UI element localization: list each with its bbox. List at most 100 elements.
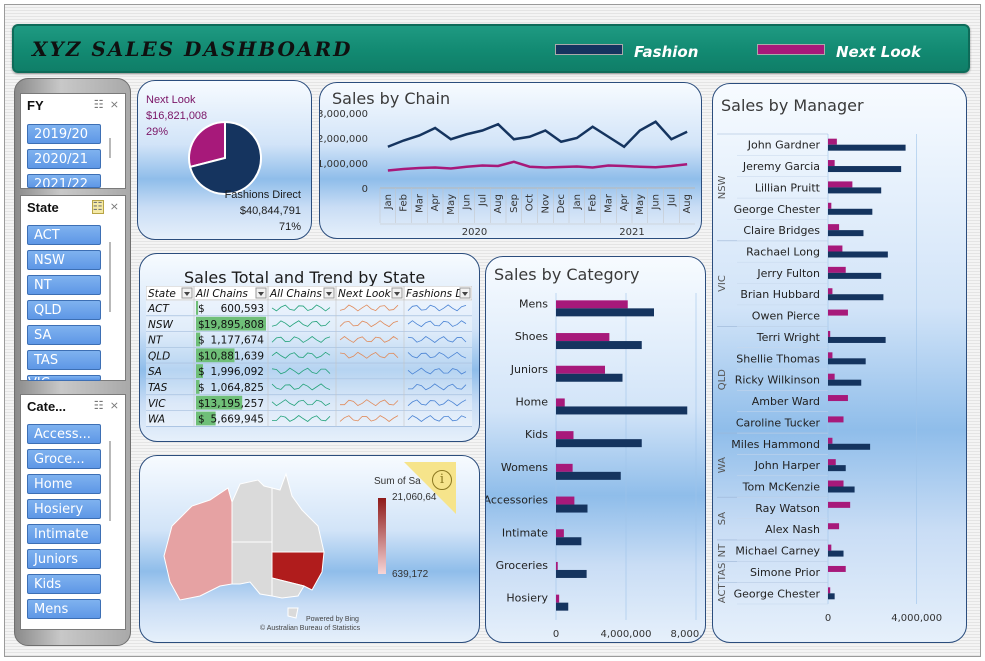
map-state-tas[interactable] — [287, 607, 299, 619]
map-state-qld[interactable] — [271, 472, 325, 553]
cat-bar-nextlook[interactable] — [556, 333, 610, 342]
slicer-fy-scrollbar[interactable] — [109, 138, 111, 158]
mgr-bar-nextlook[interactable] — [828, 416, 844, 423]
table-row[interactable] — [146, 410, 472, 427]
slicer-state-item[interactable]: NSW — [27, 250, 101, 270]
cat-bar-fashion[interactable] — [556, 602, 569, 611]
slicer-state-item[interactable]: TAS — [27, 350, 101, 370]
multi-select-icon[interactable]: ☷ — [91, 200, 104, 214]
multi-select-icon[interactable]: ☷ — [94, 400, 104, 412]
slicer-fy-item[interactable]: 2019/20 — [27, 124, 101, 144]
mgr-bar-fashion[interactable] — [828, 358, 866, 365]
mgr-bar-nextlook[interactable] — [828, 395, 848, 402]
clear-filter-icon[interactable]: ⨯ — [110, 99, 119, 111]
cat-bar-nextlook[interactable] — [556, 398, 565, 407]
cat-bar-nextlook[interactable] — [556, 365, 605, 374]
slicer-category-scrollbar[interactable] — [109, 441, 111, 521]
map-state-sa[interactable] — [231, 541, 273, 597]
clear-filter-icon[interactable]: ⨯ — [110, 201, 119, 213]
cat-bar-nextlook[interactable] — [556, 529, 564, 538]
mgr-bar-fashion[interactable] — [828, 593, 835, 600]
mgr-bar-nextlook[interactable] — [828, 352, 833, 359]
mgr-bar-nextlook[interactable] — [828, 288, 833, 295]
cat-bar-fashion[interactable] — [556, 439, 642, 448]
mgr-bar-fashion[interactable] — [828, 336, 886, 343]
slicer-state-item[interactable]: ACT — [27, 225, 101, 245]
mgr-bar-nextlook[interactable] — [828, 459, 836, 466]
slicer-state-item[interactable]: QLD — [27, 300, 101, 320]
slicer-category-item[interactable]: Access... — [27, 424, 101, 444]
mgr-bar-nextlook[interactable] — [828, 138, 837, 145]
cat-bar-nextlook[interactable] — [556, 496, 575, 505]
mgr-bar-fashion[interactable] — [828, 379, 862, 386]
slicer-state-item[interactable]: VIC — [27, 375, 101, 381]
cat-bar-fashion[interactable] — [556, 373, 623, 382]
mgr-bar-nextlook[interactable] — [828, 544, 832, 551]
cat-bar-fashion[interactable] — [556, 308, 654, 317]
slicer-category-item[interactable]: Groce... — [27, 449, 101, 469]
mgr-bar-nextlook[interactable] — [828, 373, 835, 380]
mgr-bar-fashion[interactable] — [828, 443, 871, 450]
mgr-bar-fashion[interactable] — [828, 230, 864, 237]
mgr-bar-nextlook[interactable] — [828, 160, 835, 167]
table-row[interactable] — [146, 331, 472, 348]
slicer-fy-item[interactable]: 2021/22 — [27, 174, 101, 188]
table-row[interactable] — [146, 363, 472, 379]
mgr-bar-fashion[interactable] — [828, 208, 873, 215]
mgr-bar-nextlook[interactable] — [828, 437, 833, 444]
chain-series-line-1[interactable] — [387, 160, 688, 172]
mgr-bar-nextlook[interactable] — [828, 181, 853, 188]
table-row[interactable] — [146, 315, 472, 332]
cat-bar-fashion[interactable] — [556, 406, 688, 415]
cat-bar-fashion[interactable] — [556, 341, 642, 350]
mgr-bar-fashion[interactable] — [828, 251, 888, 258]
mgr-bar-fashion[interactable] — [828, 550, 844, 557]
map-state-wa[interactable] — [163, 487, 233, 601]
mgr-bar-fashion[interactable] — [828, 144, 906, 151]
mgr-bar-nextlook[interactable] — [828, 330, 831, 337]
cat-bar-fashion[interactable] — [556, 569, 587, 578]
slicer-state-item[interactable]: SA — [27, 325, 101, 345]
cat-bar-fashion[interactable] — [556, 537, 582, 546]
mgr-bar-nextlook[interactable] — [828, 565, 846, 572]
mgr-bar-nextlook[interactable] — [828, 587, 831, 594]
table-row[interactable] — [146, 394, 472, 411]
table-cell-currency: $ — [198, 414, 205, 426]
mgr-bar-nextlook[interactable] — [828, 501, 851, 508]
slicer-state-scrollbar[interactable] — [109, 242, 111, 312]
cat-bar-nextlook[interactable] — [556, 300, 628, 309]
mgr-bar-fashion[interactable] — [828, 272, 882, 279]
cat-bar-nextlook[interactable] — [556, 431, 574, 440]
mgr-bar-fashion[interactable] — [828, 486, 855, 493]
multi-select-icon[interactable]: ☷ — [94, 99, 104, 111]
slicer-category-item[interactable]: Hosiery — [27, 499, 101, 519]
slicer-category-item[interactable]: Home — [27, 474, 101, 494]
mgr-bar-nextlook[interactable] — [828, 266, 846, 273]
slicer-category-item[interactable]: Mens — [27, 599, 101, 619]
slicer-category-item[interactable]: Intimate — [27, 524, 101, 544]
cat-bar-fashion[interactable] — [556, 471, 621, 480]
mgr-bar-fashion[interactable] — [828, 166, 902, 173]
slicer-category-item[interactable]: Juniors — [27, 549, 101, 569]
cat-bar-fashion[interactable] — [556, 504, 588, 513]
cat-bar-nextlook[interactable] — [556, 561, 558, 570]
table-row[interactable] — [146, 347, 472, 364]
mgr-bar-nextlook[interactable] — [828, 245, 843, 252]
mgr-bar-nextlook[interactable] — [828, 309, 848, 316]
chain-series-line-0[interactable] — [387, 120, 688, 149]
mgr-bar-fashion[interactable] — [828, 294, 884, 301]
table-row[interactable] — [146, 300, 472, 316]
clear-filter-icon[interactable]: ⨯ — [110, 400, 119, 412]
slicer-state-item[interactable]: NT — [27, 275, 101, 295]
slicer-fy-item[interactable]: 2020/21 — [27, 149, 101, 169]
mgr-bar-nextlook[interactable] — [828, 202, 832, 209]
map-state-nt[interactable] — [231, 479, 273, 543]
mgr-bar-fashion[interactable] — [828, 187, 882, 194]
cat-bar-nextlook[interactable] — [556, 463, 573, 472]
cat-bar-nextlook[interactable] — [556, 594, 560, 603]
mgr-bar-fashion[interactable] — [828, 465, 846, 472]
slicer-category-item[interactable]: Kids — [27, 574, 101, 594]
mgr-bar-nextlook[interactable] — [828, 523, 840, 530]
mgr-bar-nextlook[interactable] — [828, 480, 844, 487]
mgr-bar-nextlook[interactable] — [828, 224, 840, 231]
